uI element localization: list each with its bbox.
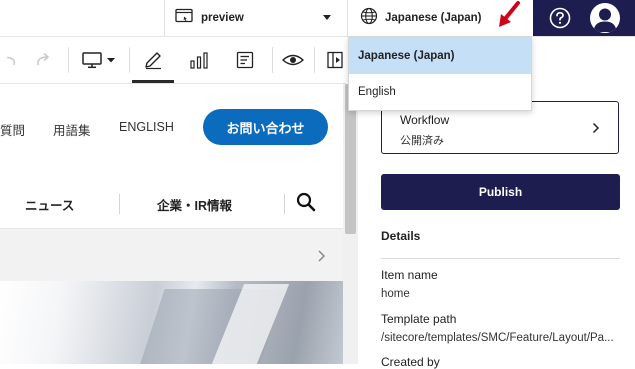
- template-path-value: /sitecore/templates/SMC/Feature/Layout/P…: [381, 332, 614, 344]
- toolbar-divider: [129, 47, 130, 73]
- nav-link-news[interactable]: ニュース: [25, 195, 74, 214]
- item-name-label: Item name: [381, 268, 438, 282]
- breadcrumb-band: [0, 229, 343, 281]
- chevron-right-icon: [592, 121, 600, 139]
- toolbar-divider: [272, 47, 273, 73]
- toolbar-divider: [68, 47, 69, 73]
- desktop-device-icon[interactable]: [72, 37, 124, 83]
- globe-icon: [360, 7, 378, 30]
- nav-link-corporate-ir[interactable]: 企業・IR情報: [157, 195, 232, 214]
- workflow-title: Workflow: [400, 113, 450, 127]
- device-preview-label: preview: [201, 12, 244, 24]
- workflow-status: 公開済み: [400, 135, 444, 147]
- panel-toggle-icon[interactable]: [324, 37, 346, 83]
- preview-window-icon: [175, 8, 193, 29]
- undo-icon[interactable]: [0, 37, 20, 83]
- editor-toolbar: [0, 37, 346, 84]
- details-divider: [381, 258, 620, 259]
- device-preview-select[interactable]: preview: [164, 0, 346, 36]
- form-icon[interactable]: [224, 37, 266, 83]
- publish-button[interactable]: Publish: [381, 174, 620, 210]
- search-icon[interactable]: [296, 192, 316, 217]
- pencil-edit-icon[interactable]: [132, 37, 174, 83]
- chevron-right-icon[interactable]: [317, 249, 327, 268]
- annotation-arrow-icon: [499, 1, 520, 27]
- contact-button[interactable]: お問い合わせ: [203, 109, 328, 145]
- analytics-chart-icon[interactable]: [178, 37, 220, 83]
- nav-link-english[interactable]: ENGLISH: [119, 120, 174, 134]
- nav-link-glossary[interactable]: 用語集: [53, 120, 91, 139]
- nav-divider: [284, 194, 285, 214]
- preview-scrollbar[interactable]: [343, 84, 358, 364]
- language-select-label: Japanese (Japan): [385, 12, 482, 24]
- toolbar-divider: [314, 47, 315, 73]
- language-option-japanese[interactable]: Japanese (Japan): [349, 38, 531, 74]
- item-name-value: home: [381, 288, 410, 300]
- redo-icon[interactable]: [28, 37, 60, 83]
- nav-divider: [119, 194, 120, 214]
- created-by-label: Created by: [381, 355, 440, 369]
- language-dropdown-menu: Japanese (Japan) English: [348, 37, 532, 111]
- template-path-label: Template path: [381, 312, 457, 326]
- nav-link-faq[interactable]: 質問: [0, 120, 25, 139]
- help-circle-icon[interactable]: [549, 7, 571, 29]
- chevron-down-icon: [323, 15, 331, 20]
- site-preview-canvas: 質問 用語集 ENGLISH お問い合わせ ニュース 企業・IR情報: [0, 84, 343, 364]
- user-avatar-icon[interactable]: [590, 3, 620, 33]
- active-tool-indicator: [132, 80, 174, 83]
- top-bar: preview Japanese (Japan): [0, 0, 635, 37]
- preview-eye-icon[interactable]: [276, 37, 310, 83]
- language-option-english[interactable]: English: [349, 74, 531, 110]
- details-heading: Details: [381, 229, 421, 243]
